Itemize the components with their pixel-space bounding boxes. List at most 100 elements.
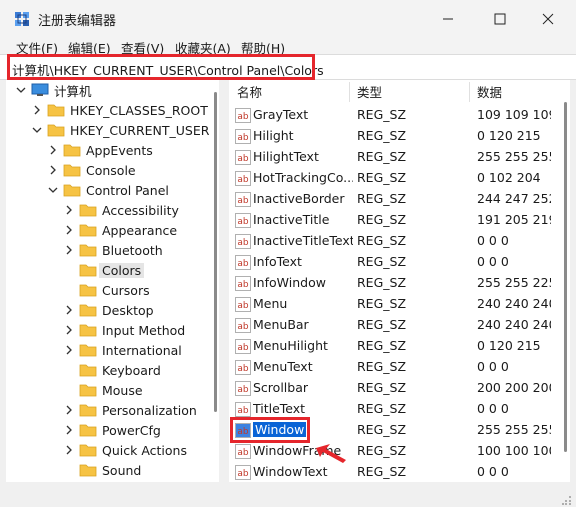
list-cell-data: 100 100 100 [477,443,551,458]
list-cell-data: 0 0 0 [477,401,509,416]
list-cell-data: 109 109 109 [477,107,551,122]
list-row[interactable]: ab HilightText REG_SZ 255 255 255 [229,147,559,168]
tree-item[interactable]: Appearance [62,220,177,240]
string-value-icon: ab [235,108,251,123]
list-row[interactable]: ab MenuBar REG_SZ 240 240 240 [229,315,559,336]
tree-item[interactable]: Console [46,160,136,180]
chevron-down-icon[interactable] [46,183,60,197]
chevron-right-icon[interactable] [62,423,76,437]
column-divider[interactable] [349,82,350,102]
resize-grip-icon[interactable] [562,495,572,505]
list-row[interactable]: ab MenuText REG_SZ 0 0 0 [229,357,559,378]
horizontal-scrollbar[interactable] [229,482,570,492]
list-cell-data: 200 200 200 [477,380,551,395]
chevron-right-icon[interactable] [62,203,76,217]
tree-item[interactable]: Quick Actions [62,440,187,460]
value-list[interactable]: 名称 类型 数据 ab GrayText REG_SZ 109 109 109 ab Hi… [229,80,570,482]
chevron-right-icon[interactable] [30,103,44,117]
close-button[interactable] [525,6,571,32]
list-cell-name: InactiveTitleText [253,233,353,248]
chevron-right-icon[interactable] [62,323,76,337]
list-row[interactable]: ab Hilight REG_SZ 0 120 215 [229,126,559,147]
column-name[interactable]: 名称 [237,80,262,102]
chevron-right-icon[interactable] [62,443,76,457]
blank-icon [62,363,76,377]
folder-icon [79,264,97,277]
tree-item[interactable]: Accessibility [62,200,179,220]
chevron-right-icon[interactable] [62,403,76,417]
title-bar[interactable]: 注册表编辑器 [0,0,576,36]
tree-item[interactable]: HKEY_CLASSES_ROOT [30,100,208,120]
svg-text:ab: ab [237,406,249,416]
list-row[interactable]: ab InactiveTitle REG_SZ 191 205 219 [229,210,559,231]
tree-item[interactable]: AppEvents [46,140,153,160]
chevron-down-icon[interactable] [30,123,44,137]
tree-item[interactable]: Bluetooth [62,240,163,260]
list-row[interactable]: ab WindowText REG_SZ 0 0 0 [229,462,559,482]
column-data[interactable]: 数据 [477,80,502,102]
list-row[interactable]: ab InactiveBorder REG_SZ 244 247 252 [229,189,559,210]
minimize-button[interactable] [425,6,471,32]
chevron-right-icon[interactable] [46,163,60,177]
tree-item[interactable]: PowerCfg [62,420,161,440]
list-row[interactable]: ab InfoWindow REG_SZ 255 255 225 [229,273,559,294]
column-divider[interactable] [469,82,470,102]
list-row[interactable]: ab Window REG_SZ 255 255 255 [229,420,559,441]
list-cell-data: 0 0 0 [477,464,509,479]
chevron-right-icon[interactable] [62,223,76,237]
tree-root[interactable]: 计算机 [14,80,92,100]
chevron-right-icon[interactable] [62,243,76,257]
list-cell-name: Hilight [253,128,294,143]
list-row[interactable]: ab GrayText REG_SZ 109 109 109 [229,105,559,126]
tree-item-label: Appearance [102,222,178,238]
list-row[interactable]: ab WindowFrame REG_SZ 100 100 100 [229,441,559,462]
list-cell-type: REG_SZ [357,359,407,374]
folder-icon [79,444,97,457]
string-value-icon: ab [235,129,251,144]
list-cell-type: REG_SZ [357,233,407,248]
tree-item-label: International [102,342,182,358]
string-value-icon: ab [235,276,251,291]
maximize-button[interactable] [477,6,523,32]
address-path[interactable]: 计算机\HKEY_CURRENT_USER\Control Panel\Colo… [12,60,324,79]
tree-item-label: Mouse [102,382,143,398]
list-row[interactable]: ab Scrollbar REG_SZ 200 200 200 [229,378,559,399]
tree-item[interactable]: Sound [62,460,141,480]
string-value-icon: ab [235,381,251,396]
list-row[interactable]: ab TitleText REG_SZ 0 0 0 [229,399,559,420]
list-row[interactable]: ab MenuHilight REG_SZ 0 120 215 [229,336,559,357]
tree-item[interactable]: Mouse [62,380,143,400]
list-scrollbar[interactable] [561,80,570,482]
list-scroll-thumb[interactable] [564,102,567,452]
folder-icon [79,284,97,297]
list-cell-name: InactiveTitle [253,212,330,227]
tree-item[interactable]: Desktop [62,300,154,320]
list-row[interactable]: ab Menu REG_SZ 240 240 240 [229,294,559,315]
folder-icon [79,464,97,477]
chevron-right-icon[interactable] [62,343,76,357]
column-type[interactable]: 类型 [357,80,382,102]
string-value-icon: ab [235,339,251,354]
list-cell-type: REG_SZ [357,191,407,206]
list-row[interactable]: ab InfoText REG_SZ 0 0 0 [229,252,559,273]
list-row[interactable]: ab HotTrackingCo... REG_SZ 0 102 204 [229,168,559,189]
tree-item[interactable]: HKEY_CURRENT_USER [30,120,209,140]
address-bar[interactable]: 计算机\HKEY_CURRENT_USER\Control Panel\Colo… [0,54,576,80]
tree-item[interactable]: Keyboard [62,360,161,380]
tree-scroll-thumb[interactable] [214,92,217,412]
tree-item[interactable]: International [62,340,182,360]
chevron-right-icon[interactable] [46,143,60,157]
tree-item-label: AppEvents [86,142,153,158]
tree-item[interactable]: Input Method [62,320,185,340]
blank-icon [62,463,76,477]
key-tree[interactable]: 计算机 HKEY_CLASSES_ROOT HKEY_CURRENT_USER Ap… [6,80,219,482]
svg-text:ab: ab [237,259,249,269]
tree-item[interactable]: Personalization [62,400,197,420]
list-row[interactable]: ab InactiveTitleText REG_SZ 0 0 0 [229,231,559,252]
tree-item[interactable]: Control Panel [46,180,169,200]
tree-item[interactable]: Colors [62,260,145,280]
list-cell-type: REG_SZ [357,380,407,395]
chevron-right-icon[interactable] [62,303,76,317]
pane-splitter[interactable] [219,80,229,482]
tree-item[interactable]: Cursors [62,280,150,300]
